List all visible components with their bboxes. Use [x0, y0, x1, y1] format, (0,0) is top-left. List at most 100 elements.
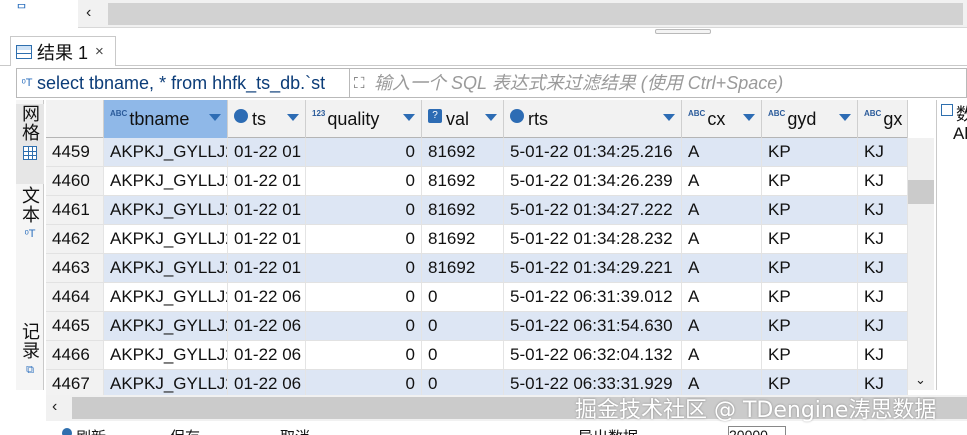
- cell-ts[interactable]: 01-22 06: [228, 312, 306, 340]
- cell-rts[interactable]: 5-01-22 01:34:28.232: [504, 225, 682, 253]
- scrollbar-thumb[interactable]: [908, 180, 934, 204]
- cell-rts[interactable]: 5-01-22 01:34:26.239: [504, 167, 682, 195]
- cell-val[interactable]: 0: [422, 341, 504, 369]
- cell-tbname[interactable]: AKPKJ_GYLLJ2: [104, 254, 228, 282]
- tab-result-1[interactable]: 结果 1 ×: [10, 36, 116, 66]
- cell-quality[interactable]: 0: [306, 138, 422, 166]
- save-button[interactable]: 保存: [170, 426, 200, 435]
- cell-gx[interactable]: KJ: [858, 283, 908, 311]
- cell-quality[interactable]: 0: [306, 283, 422, 311]
- grid-vertical-scrollbar[interactable]: ⌄: [908, 138, 934, 390]
- table-row[interactable]: 4466 AKPKJ_GYLLJ2 01-22 06 0 0 5-01-22 0…: [46, 341, 908, 370]
- table-row[interactable]: 4459 AKPKJ_GYLLJ2 01-22 01 0 81692 5-01-…: [46, 138, 908, 167]
- cell-cx[interactable]: A: [682, 225, 762, 253]
- row-number[interactable]: 4459: [46, 138, 104, 166]
- cell-cx[interactable]: A: [682, 167, 762, 195]
- scrollbar-thumb[interactable]: [108, 3, 963, 25]
- column-header-val[interactable]: ? val: [422, 100, 504, 138]
- chevron-down-icon[interactable]: [403, 114, 415, 121]
- cell-quality[interactable]: 0: [306, 312, 422, 340]
- cell-quality[interactable]: 0: [306, 167, 422, 195]
- cell-gx[interactable]: KJ: [858, 254, 908, 282]
- column-header-quality[interactable]: 123 quality: [306, 100, 422, 138]
- column-header-ts[interactable]: ts: [228, 100, 306, 138]
- table-row[interactable]: 4464 AKPKJ_GYLLJ2 01-22 06 0 0 5-01-22 0…: [46, 283, 908, 312]
- row-number[interactable]: 4467: [46, 370, 104, 395]
- cell-gyd[interactable]: KP: [762, 312, 858, 340]
- cell-val[interactable]: 81692: [422, 138, 504, 166]
- cell-cx[interactable]: A: [682, 254, 762, 282]
- chevron-down-icon[interactable]: [663, 114, 675, 121]
- cell-gx[interactable]: KJ: [858, 138, 908, 166]
- cell-gyd[interactable]: KP: [762, 341, 858, 369]
- scroll-left-arrow-icon[interactable]: ‹: [52, 398, 57, 416]
- chevron-down-icon[interactable]: [209, 114, 221, 121]
- cell-gyd[interactable]: KP: [762, 167, 858, 195]
- cell-gx[interactable]: KJ: [858, 196, 908, 224]
- cell-val[interactable]: 81692: [422, 254, 504, 282]
- row-number[interactable]: 4462: [46, 225, 104, 253]
- cell-rts[interactable]: 5-01-22 06:31:39.012: [504, 283, 682, 311]
- refresh-icon[interactable]: [62, 428, 72, 435]
- chevron-down-icon[interactable]: [287, 114, 299, 121]
- cell-gx[interactable]: KJ: [858, 225, 908, 253]
- cell-gx[interactable]: KJ: [858, 341, 908, 369]
- cell-tbname[interactable]: AKPKJ_GYLLJ2: [104, 283, 228, 311]
- cell-quality[interactable]: 0: [306, 196, 422, 224]
- cell-tbname[interactable]: AKPKJ_GYLLJ2: [104, 312, 228, 340]
- tab-record-view[interactable]: 记录 ⧉: [16, 322, 44, 388]
- cell-ts[interactable]: 01-22 01: [228, 196, 306, 224]
- cell-rts[interactable]: 5-01-22 06:32:04.132: [504, 341, 682, 369]
- cell-gyd[interactable]: KP: [762, 283, 858, 311]
- scroll-down-arrow-icon[interactable]: ⌄: [915, 372, 926, 388]
- tab-text-view[interactable]: 文本 ᵒT: [16, 186, 44, 250]
- cell-rts[interactable]: 5-01-22 01:34:25.216: [504, 138, 682, 166]
- row-number[interactable]: 4463: [46, 254, 104, 282]
- query-text[interactable]: select tbname, * from hhfk_ts_db.`st: [37, 73, 347, 94]
- table-row[interactable]: 4462 AKPKJ_GYLLJ2 01-22 01 0 81692 5-01-…: [46, 225, 908, 254]
- cell-ts[interactable]: 01-22 01: [228, 254, 306, 282]
- chevron-down-icon[interactable]: [743, 114, 755, 121]
- refresh-button[interactable]: 刷新: [76, 426, 106, 435]
- cell-quality[interactable]: 0: [306, 254, 422, 282]
- cell-val[interactable]: 81692: [422, 225, 504, 253]
- close-icon[interactable]: ×: [95, 43, 104, 60]
- cell-gyd[interactable]: KP: [762, 254, 858, 282]
- cell-quality[interactable]: 0: [306, 341, 422, 369]
- cell-val[interactable]: 0: [422, 312, 504, 340]
- filter-input[interactable]: [374, 72, 934, 94]
- cell-tbname[interactable]: AKPKJ_GYLLJ2: [104, 370, 228, 395]
- cell-gx[interactable]: KJ: [858, 312, 908, 340]
- row-number[interactable]: 4465: [46, 312, 104, 340]
- row-number[interactable]: 4460: [46, 167, 104, 195]
- fetch-size-input[interactable]: 20000: [728, 426, 786, 435]
- row-number[interactable]: 4464: [46, 283, 104, 311]
- cell-ts[interactable]: 01-22 01: [228, 138, 306, 166]
- table-row[interactable]: 4463 AKPKJ_GYLLJ2 01-22 01 0 81692 5-01-…: [46, 254, 908, 283]
- cell-tbname[interactable]: AKPKJ_GYLLJ2: [104, 225, 228, 253]
- cell-tbname[interactable]: AKPKJ_GYLLJ2: [104, 138, 228, 166]
- scroll-left-arrow-icon[interactable]: ‹: [86, 4, 91, 22]
- column-header-gyd[interactable]: ABC gyd: [762, 100, 858, 138]
- cell-ts[interactable]: 01-22 01: [228, 225, 306, 253]
- cell-rts[interactable]: 5-01-22 06:31:54.630: [504, 312, 682, 340]
- cell-cx[interactable]: A: [682, 138, 762, 166]
- column-header-rts[interactable]: rts: [504, 100, 682, 138]
- row-number-header[interactable]: [46, 100, 104, 138]
- cancel-button[interactable]: 取消: [280, 426, 310, 435]
- export-data-button[interactable]: 导出数据: [578, 426, 638, 435]
- cell-ts[interactable]: 01-22 06: [228, 370, 306, 395]
- table-row[interactable]: 4465 AKPKJ_GYLLJ2 01-22 06 0 0 5-01-22 0…: [46, 312, 908, 341]
- cell-val[interactable]: 0: [422, 283, 504, 311]
- cell-ts[interactable]: 01-22 06: [228, 283, 306, 311]
- cell-val[interactable]: 81692: [422, 167, 504, 195]
- column-header-cx[interactable]: ABC cx: [682, 100, 762, 138]
- panel-splitter[interactable]: [0, 28, 967, 36]
- cell-gyd[interactable]: KP: [762, 196, 858, 224]
- cell-cx[interactable]: A: [682, 341, 762, 369]
- cell-rts[interactable]: 5-01-22 01:34:29.221: [504, 254, 682, 282]
- cell-ts[interactable]: 01-22 06: [228, 341, 306, 369]
- cell-quality[interactable]: 0: [306, 225, 422, 253]
- row-number[interactable]: 4466: [46, 341, 104, 369]
- cell-cx[interactable]: A: [682, 196, 762, 224]
